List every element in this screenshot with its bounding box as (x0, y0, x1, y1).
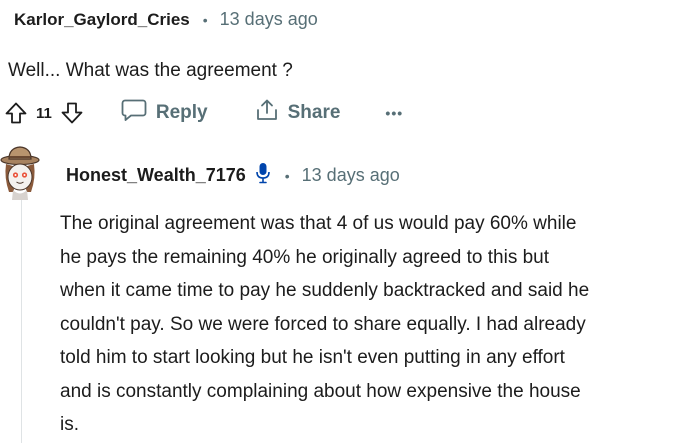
more-icon[interactable]: ••• (385, 105, 403, 121)
comment-action-bar: 11 Reply Share ••• (4, 97, 403, 129)
comment-icon (121, 98, 156, 128)
reply-body-line: The original agreement was that 4 of us … (60, 213, 577, 234)
reply-comment-meta: Honest_Wealth_7176 • 13 days ago (66, 162, 400, 189)
microphone-icon (255, 162, 271, 189)
reply-username[interactable]: Honest_Wealth_7176 (66, 165, 246, 186)
parent-comment-meta: Karlor_Gaylord_Cries • 13 days ago (14, 9, 318, 30)
reply-label: Reply (155, 102, 208, 123)
share-label: Share (287, 102, 341, 123)
reply-body-line: told him to start looking but he isn't e… (60, 347, 565, 368)
share-button[interactable]: Share (255, 98, 341, 128)
avatar[interactable] (0, 140, 44, 202)
reply-body-line: when it came time to pay he suddenly bac… (60, 280, 590, 301)
parent-timestamp[interactable]: 13 days ago (220, 9, 318, 30)
share-icon (255, 98, 288, 128)
comment-thread: Karlor_Gaylord_Cries • 13 days ago Well.… (0, 0, 700, 443)
reply-body-line: he pays the remaining 40% he originally … (60, 246, 550, 268)
reply-body-line: couldn't pay. So we were forced to share… (60, 313, 586, 335)
vote-count: 11 (36, 104, 52, 122)
reply-comment-body: The original agreement was that 4 of us … (60, 207, 700, 442)
parent-comment-body: Well... What was the agreement ? (8, 60, 293, 81)
downvote-icon[interactable] (60, 101, 84, 125)
reply-body-line: is. (60, 414, 79, 435)
reply-body-line: and is constantly complaining about how … (60, 380, 581, 402)
reply-timestamp[interactable]: 13 days ago (302, 165, 400, 186)
parent-username[interactable]: Karlor_Gaylord_Cries (14, 10, 190, 30)
upvote-icon[interactable] (4, 101, 28, 125)
thread-line[interactable] (21, 196, 22, 443)
meta-separator: • (202, 11, 208, 28)
reply-button[interactable]: Reply (121, 98, 208, 128)
meta-separator: • (284, 167, 290, 184)
